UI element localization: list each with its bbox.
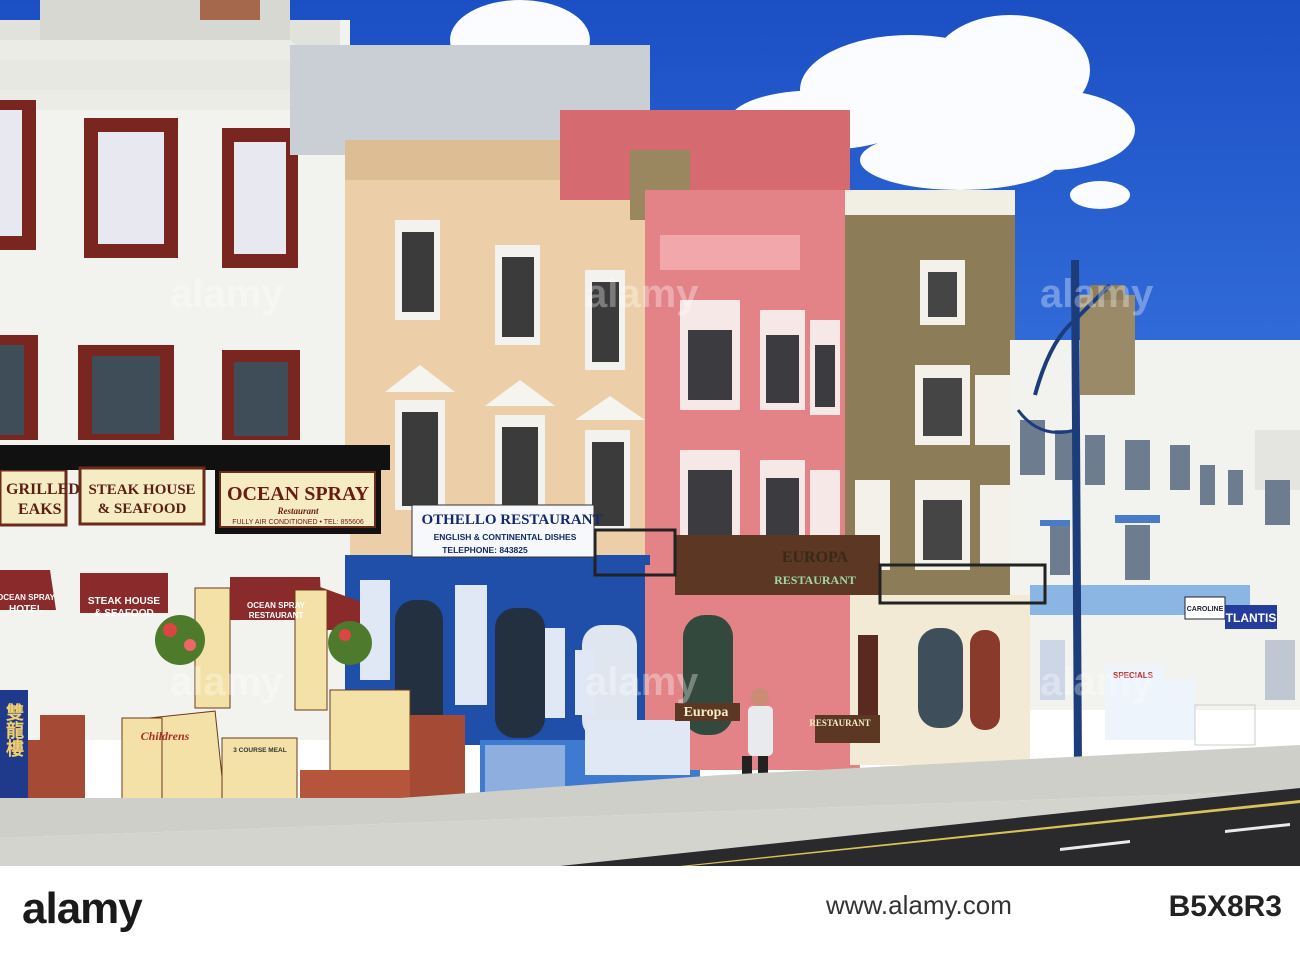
awning-text: OCEAN SPRAY: [247, 601, 306, 610]
sign-text: EUROPA: [782, 549, 849, 566]
sign-text: 3 COURSE MEAL: [233, 747, 286, 754]
sign-text: TELEPHONE: 843825: [442, 545, 528, 555]
site-url: www.alamy.com: [826, 890, 1012, 920]
sign-text: CAROLINE: [1187, 606, 1224, 613]
footer-bar: alamy www.alamy.com B5X8R3: [0, 866, 1300, 956]
sign-text: SPECIALS: [1113, 671, 1154, 680]
sign-text: RESTAURANT: [809, 718, 870, 728]
sign-text: STEAK HOUSE: [88, 482, 195, 498]
seafront-photo: GRILLED EAKS STEAK HOUSE & SEAFOOD OCEAN…: [0, 0, 1300, 866]
awning-text: & SEAFOOD: [94, 608, 153, 619]
sign-text: TLANTIS: [1226, 611, 1277, 625]
sign-text: RESTAURANT: [774, 573, 856, 587]
sign-text: ENGLISH & CONTINENTAL DISHES: [434, 532, 577, 542]
awning-text: RESTAURANT: [249, 611, 304, 620]
awning-text: HOTEL: [9, 604, 43, 615]
sign-text: FULLY AIR CONDITIONED • TEL: 855606: [232, 519, 364, 526]
othello-sign: OTHELLO RESTAURANT ENGLISH & CONTINENTAL…: [411, 504, 603, 558]
awning-text: STEAK HOUSE: [88, 596, 161, 607]
sign-text: EAKS: [18, 501, 62, 518]
alamy-logo: alamy: [22, 884, 143, 933]
sign-text: OCEAN SPRAY: [227, 483, 370, 505]
awning-text: OCEAN SPRAY: [0, 593, 56, 602]
sign-text: Childrens: [141, 729, 190, 743]
sign-text: Europa: [684, 705, 729, 720]
ocean-spray-sign: OCEAN SPRAY Restaurant FULLY AIR CONDITI…: [215, 468, 381, 534]
seafront-scene: GRILLED EAKS STEAK HOUSE & SEAFOOD OCEAN…: [0, 0, 1300, 866]
sign-text: 雙龍樓: [4, 702, 24, 758]
sign-text: GRILLED: [6, 481, 80, 498]
image-id: B5X8R3: [1168, 890, 1282, 923]
sign-text: Restaurant: [276, 506, 319, 516]
sign-text: OTHELLO RESTAURANT: [421, 512, 602, 528]
sign-text: & SEAFOOD: [98, 501, 187, 517]
